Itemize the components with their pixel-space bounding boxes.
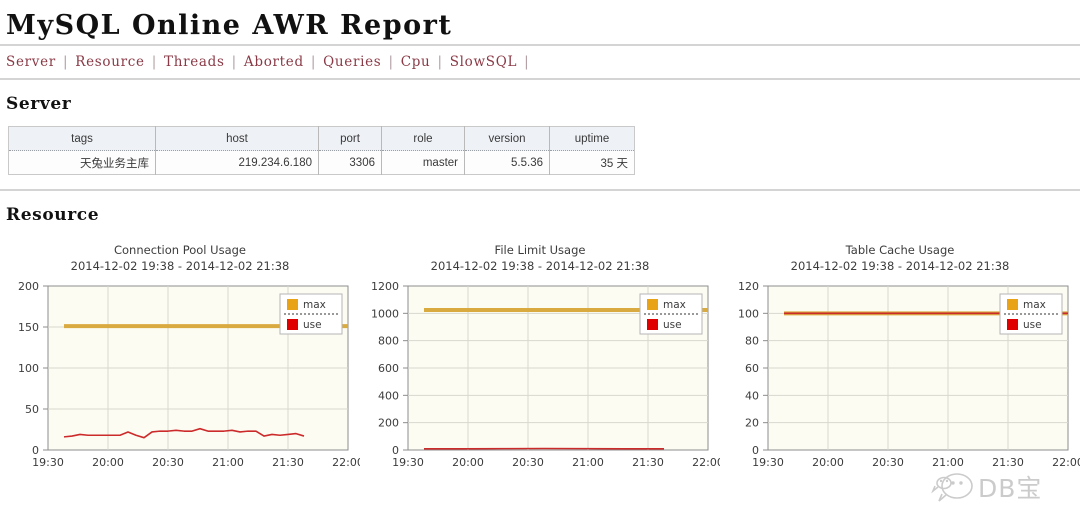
- x-tick-label: 22:00: [1052, 456, 1080, 469]
- legend-swatch-max: [647, 299, 658, 310]
- legend-label-use: use: [663, 319, 682, 331]
- cell-host: 219.234.6.180: [155, 150, 319, 175]
- x-tick-label: 22:00: [332, 456, 360, 469]
- legend-label-use: use: [1023, 319, 1042, 331]
- table-row: 天兔业务主库 219.234.6.180 3306 master 5.5.36 …: [8, 150, 635, 175]
- section-heading-server: Server: [6, 94, 72, 114]
- chart-2: File Limit Usage 2014-12-02 19:38 - 2014-…: [360, 243, 720, 476]
- legend-label-use: use: [303, 319, 322, 331]
- x-tick-label: 20:30: [872, 456, 904, 469]
- nav-separator: |: [310, 54, 317, 70]
- y-tick-label: 100: [738, 307, 759, 320]
- x-tick-label: 19:30: [752, 456, 784, 469]
- chart-subtitle: 2014-12-02 19:38 - 2014-12-02 21:38: [430, 259, 650, 273]
- nav-separator: |: [524, 54, 530, 70]
- y-tick-label: 200: [18, 280, 39, 293]
- table-header-port: port: [318, 126, 382, 151]
- nav-link-resource[interactable]: Resource: [75, 54, 145, 70]
- cell-role: master: [381, 150, 465, 175]
- nav-link-queries[interactable]: Queries: [323, 54, 381, 70]
- y-tick-label: 80: [745, 335, 759, 348]
- x-tick-label: 20:00: [92, 456, 124, 469]
- y-tick-label: 1200: [371, 280, 399, 293]
- chart-title: File Limit Usage: [494, 243, 586, 257]
- legend-swatch-use: [287, 319, 298, 330]
- page-title: MySQL Online AWR Report: [6, 10, 453, 41]
- chart-3: Table Cache Usage 2014-12-02 19:38 - 2014…: [720, 243, 1080, 476]
- y-tick-label: 1000: [371, 307, 399, 320]
- legend-swatch-use: [647, 319, 658, 330]
- watermark-text: DB宝: [978, 474, 1042, 503]
- legend-swatch-max: [287, 299, 298, 310]
- nav-separator: |: [388, 54, 394, 70]
- table-header-row: tags host port role version uptime: [8, 126, 635, 151]
- chart-title: Table Cache Usage: [845, 243, 955, 257]
- section-heading-resource: Resource: [6, 205, 100, 225]
- chart-title: Connection Pool Usage: [113, 243, 246, 257]
- nav-link-slowsql[interactable]: SlowSQL: [450, 54, 517, 70]
- nav-link-aborted[interactable]: Aborted: [244, 54, 304, 70]
- x-tick-label: 21:30: [632, 456, 664, 469]
- chart-plot-area[interactable]: 0 20 40 60 80 100 120 19:30 20:00 20:30 21:00 21:30…: [720, 274, 1080, 476]
- x-tick-label: 21:30: [992, 456, 1024, 469]
- table-header-version: version: [464, 126, 550, 151]
- y-tick-label: 600: [378, 362, 399, 375]
- nav-bar: Server | Resource | Threads | Aborted | Queries |…: [0, 46, 1080, 78]
- y-tick-label: 50: [25, 403, 39, 416]
- table-header-role: role: [381, 126, 465, 151]
- x-tick-label: 20:30: [152, 456, 184, 469]
- awr-report-page: MySQL Online AWR Report Server | Resource |…: [0, 0, 1080, 524]
- cell-uptime: 35 天: [549, 150, 635, 175]
- y-tick-label: 800: [378, 335, 399, 348]
- table-header-host: host: [155, 126, 319, 151]
- legend-swatch-use: [1007, 319, 1018, 330]
- y-tick-label: 100: [18, 362, 39, 375]
- table-header-uptime: uptime: [549, 126, 635, 151]
- y-tick-label: 20: [745, 417, 759, 430]
- chart-plot-area[interactable]: 0 200 400 600 800 1000 1200 19:30 20:00 20:30 21:0…: [360, 274, 720, 476]
- x-tick-label: 20:30: [512, 456, 544, 469]
- y-tick-label: 120: [738, 280, 759, 293]
- server-table-wrap: tags host port role version uptime 天兔业务主…: [0, 120, 1080, 175]
- chart-subtitle: 2014-12-02 19:38 - 2014-12-02 21:38: [70, 259, 290, 273]
- nav-separator: |: [231, 54, 237, 70]
- legend-label-max: max: [1023, 299, 1046, 311]
- x-tick-label: 20:00: [812, 456, 844, 469]
- x-tick-label: 21:00: [932, 456, 964, 469]
- legend-label-max: max: [663, 299, 686, 311]
- x-tick-label: 21:00: [572, 456, 604, 469]
- chart-1: Connection Pool Usage 2014-12-02 19:38 - …: [0, 243, 360, 476]
- legend-label-max: max: [303, 299, 326, 311]
- legend-swatch-max: [1007, 299, 1018, 310]
- table-header-tags: tags: [8, 126, 156, 151]
- nav-separator: |: [62, 54, 69, 70]
- cell-tags: 天兔业务主库: [8, 150, 156, 175]
- nav-link-cpu[interactable]: Cpu: [401, 54, 431, 70]
- y-tick-label: 60: [745, 362, 759, 375]
- nav-separator: |: [437, 54, 443, 70]
- y-tick-label: 150: [18, 321, 39, 334]
- chart-plot-area[interactable]: 0 50 100 150 200 19:30 20:00 20:30 21:00 21:30 22:…: [0, 274, 360, 476]
- x-tick-label: 20:00: [452, 456, 484, 469]
- y-tick-label: 400: [378, 389, 399, 402]
- y-tick-label: 40: [745, 389, 759, 402]
- server-table: tags host port role version uptime 天兔业务主…: [8, 126, 635, 175]
- x-tick-label: 19:30: [392, 456, 424, 469]
- nav-separator: |: [151, 54, 157, 70]
- resource-charts-row: Connection Pool Usage 2014-12-02 19:38 - …: [0, 231, 1080, 476]
- x-tick-label: 21:00: [212, 456, 244, 469]
- chart-subtitle: 2014-12-02 19:38 - 2014-12-02 21:38: [790, 259, 1010, 273]
- cell-port: 3306: [318, 150, 382, 175]
- cell-version: 5.5.36: [464, 150, 550, 175]
- nav-link-server[interactable]: Server: [6, 54, 56, 70]
- x-tick-label: 19:30: [32, 456, 64, 469]
- x-tick-label: 22:00: [692, 456, 720, 469]
- x-tick-label: 21:30: [272, 456, 304, 469]
- y-tick-label: 200: [378, 417, 399, 430]
- nav-link-threads[interactable]: Threads: [164, 54, 225, 70]
